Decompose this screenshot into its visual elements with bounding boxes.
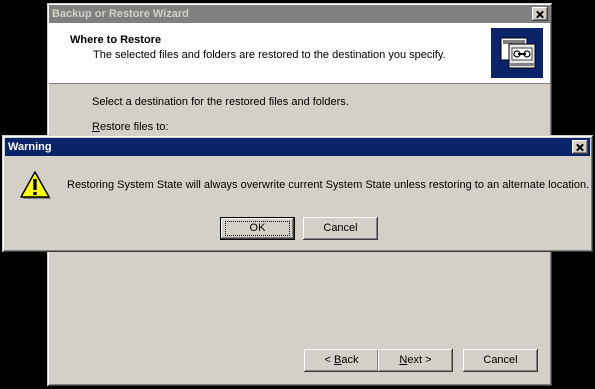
warning-title-bar[interactable]: Warning [5,138,590,156]
header-subtitle: The selected files and folders are resto… [93,49,446,61]
close-icon [536,11,544,18]
focus-rectangle [225,221,290,236]
ok-button[interactable]: OK [220,217,295,240]
backup-restore-icon [491,28,543,78]
warning-dialog: Warning Restoring System State will alwa… [2,135,593,252]
wizard-cancel-button[interactable]: Cancel [463,349,538,372]
warning-cancel-button[interactable]: Cancel [303,217,378,240]
warning-title: Warning [8,141,52,153]
warning-close-button[interactable] [572,140,588,154]
back-button[interactable]: < Back [304,349,379,372]
wizard-close-button[interactable] [532,7,548,21]
destination-instruction: Select a destination for the restored fi… [92,96,349,108]
restore-files-to-label: Restore files to: [92,121,169,133]
header-title: Where to Restore [70,34,162,46]
wizard-title-bar[interactable]: Backup or Restore Wizard [49,5,550,23]
wizard-title: Backup or Restore Wizard [52,8,189,20]
wizard-header: Where to Restore The selected files and … [49,23,550,84]
close-icon [576,144,584,151]
next-button[interactable]: Next > [378,349,453,372]
warning-message: Restoring System State will always overw… [67,179,590,191]
warning-icon [19,170,51,200]
